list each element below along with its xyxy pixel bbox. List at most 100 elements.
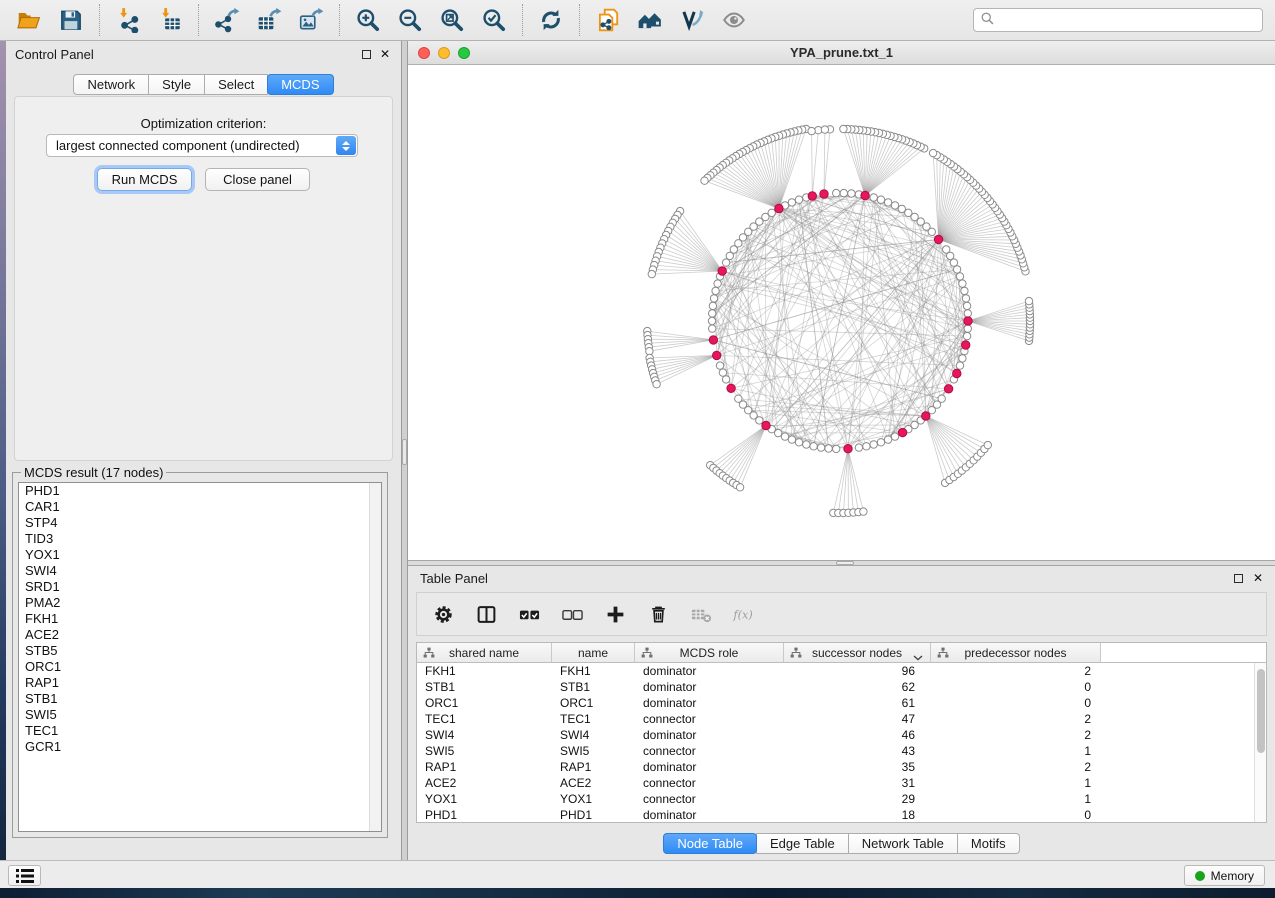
search-input[interactable] [1000,13,1256,28]
delete-column-icon[interactable] [646,602,670,626]
mcds-result-item[interactable]: TEC1 [19,723,381,739]
table-row[interactable]: STB1STB1dominator620 [417,679,1254,695]
export-image-icon[interactable] [294,3,328,37]
mcds-hub-node[interactable] [922,412,930,420]
mcds-hub-node[interactable] [709,336,717,344]
mcds-result-item[interactable]: STP4 [19,515,381,531]
mcds-result-item[interactable]: YOX1 [19,547,381,563]
mcds-hub-node[interactable] [962,341,970,349]
table-row[interactable]: PHD1PHD1dominator180 [417,807,1254,822]
zoom-fit-icon[interactable] [435,3,469,37]
search-box[interactable] [973,8,1263,32]
mcds-hub-node[interactable] [953,369,961,377]
column-header-predecessor-nodes[interactable]: predecessor nodes [931,643,1101,663]
close-panel-button[interactable]: Close panel [205,168,310,191]
import-network-icon[interactable] [111,3,145,37]
mcds-result-item[interactable]: ORC1 [19,659,381,675]
run-mcds-button[interactable]: Run MCDS [97,168,192,191]
mcds-result-item[interactable]: CAR1 [19,499,381,515]
mcds-result-item[interactable]: GCR1 [19,739,381,755]
mcds-result-item[interactable]: FKH1 [19,611,381,627]
task-list-button[interactable] [8,865,41,886]
add-column-icon[interactable] [603,602,627,626]
table-row[interactable]: FKH1FKH1dominator962 [417,663,1254,679]
mcds-result-item[interactable]: STB1 [19,691,381,707]
vertical-splitter[interactable] [401,41,408,860]
close-panel-icon[interactable]: ✕ [380,47,390,61]
column-header-shared-name[interactable]: shared name [417,643,552,663]
mcds-hub-node[interactable] [861,191,869,199]
network-canvas[interactable] [408,65,1275,560]
tab-motifs[interactable]: Motifs [957,833,1020,854]
mcds-hub-node[interactable] [762,421,770,429]
tab-mcds[interactable]: MCDS [267,74,333,95]
list-scrollbar[interactable] [369,483,381,831]
table-row[interactable]: ACE2ACE2connector311 [417,775,1254,791]
mcds-result-item[interactable]: SRD1 [19,579,381,595]
mcds-result-item[interactable]: TID3 [19,531,381,547]
table-row[interactable]: SWI4SWI4dominator462 [417,727,1254,743]
vizmapper-icon[interactable] [675,3,709,37]
optimization-select[interactable]: largest connected component (undirected) [46,134,358,157]
table-row[interactable]: SWI5SWI5connector431 [417,743,1254,759]
tab-network[interactable]: Network [73,74,149,95]
zoom-selected-icon[interactable] [477,3,511,37]
refresh-icon[interactable] [534,3,568,37]
export-network-icon[interactable] [210,3,244,37]
settings-gear-icon[interactable] [431,602,455,626]
tab-network-table[interactable]: Network Table [848,833,958,854]
mcds-hub-node[interactable] [713,351,721,359]
splitter-grip[interactable] [836,561,854,565]
eye-icon[interactable] [717,3,751,37]
memory-button[interactable]: Memory [1184,865,1265,886]
tab-node-table[interactable]: Node Table [663,833,757,854]
table-row[interactable]: YOX1YOX1connector291 [417,791,1254,807]
save-icon[interactable] [54,3,88,37]
table-scrollbar[interactable] [1254,663,1266,822]
mcds-hub-node[interactable] [727,384,735,392]
mcds-result-item[interactable]: STB5 [19,643,381,659]
open-folder-icon[interactable] [12,3,46,37]
zoom-in-icon[interactable] [351,3,385,37]
column-header-name[interactable]: name [552,643,635,663]
mcds-result-item[interactable]: SWI4 [19,563,381,579]
column-header-successor-nodes[interactable]: successor nodes [784,643,931,663]
mcds-result-item[interactable]: PMA2 [19,595,381,611]
mcds-result-list[interactable]: PHD1CAR1STP4TID3YOX1SWI4SRD1PMA2FKH1ACE2… [18,482,382,832]
tab-style[interactable]: Style [148,74,205,95]
splitter-grip[interactable] [402,439,407,465]
documents-share-icon[interactable] [591,3,625,37]
deselect-checkboxes-icon[interactable] [560,602,584,626]
float-panel-icon[interactable] [1234,574,1243,583]
tab-edge-table[interactable]: Edge Table [756,833,849,854]
network-titlebar[interactable]: YPA_prune.txt_1 [408,41,1275,65]
mcds-result-item[interactable]: SWI5 [19,707,381,723]
table-row[interactable]: ORC1ORC1dominator610 [417,695,1254,711]
mcds-hub-node[interactable] [934,235,942,243]
column-header-MCDS-role[interactable]: MCDS role [635,643,784,663]
table-row[interactable]: TEC1TEC1connector472 [417,711,1254,727]
mcds-hub-node[interactable] [898,428,906,436]
mcds-hub-node[interactable] [718,267,726,275]
mcds-hub-node[interactable] [820,190,828,198]
scrollbar-thumb[interactable] [1257,669,1265,753]
mcds-hub-node[interactable] [964,317,972,325]
mcds-hub-node[interactable] [944,385,952,393]
mcds-result-item[interactable]: PHD1 [19,483,381,499]
select-all-checkboxes-icon[interactable] [517,602,541,626]
mcds-result-item[interactable]: ACE2 [19,627,381,643]
column-layout-icon[interactable] [474,602,498,626]
float-panel-icon[interactable] [362,50,371,59]
mcds-hub-node[interactable] [775,204,783,212]
tab-select[interactable]: Select [204,74,268,95]
mcds-hub-node[interactable] [808,192,816,200]
zoom-out-icon[interactable] [393,3,427,37]
export-table-icon[interactable] [252,3,286,37]
houses-icon[interactable] [633,3,667,37]
close-panel-icon[interactable]: ✕ [1253,571,1263,585]
mcds-result-item[interactable]: RAP1 [19,675,381,691]
table-row[interactable]: RAP1RAP1dominator352 [417,759,1254,775]
cytoscape-window: Control Panel ✕ NetworkStyleSelectMCDS O… [0,0,1275,898]
mcds-hub-node[interactable] [844,445,852,453]
import-table-icon[interactable] [153,3,187,37]
